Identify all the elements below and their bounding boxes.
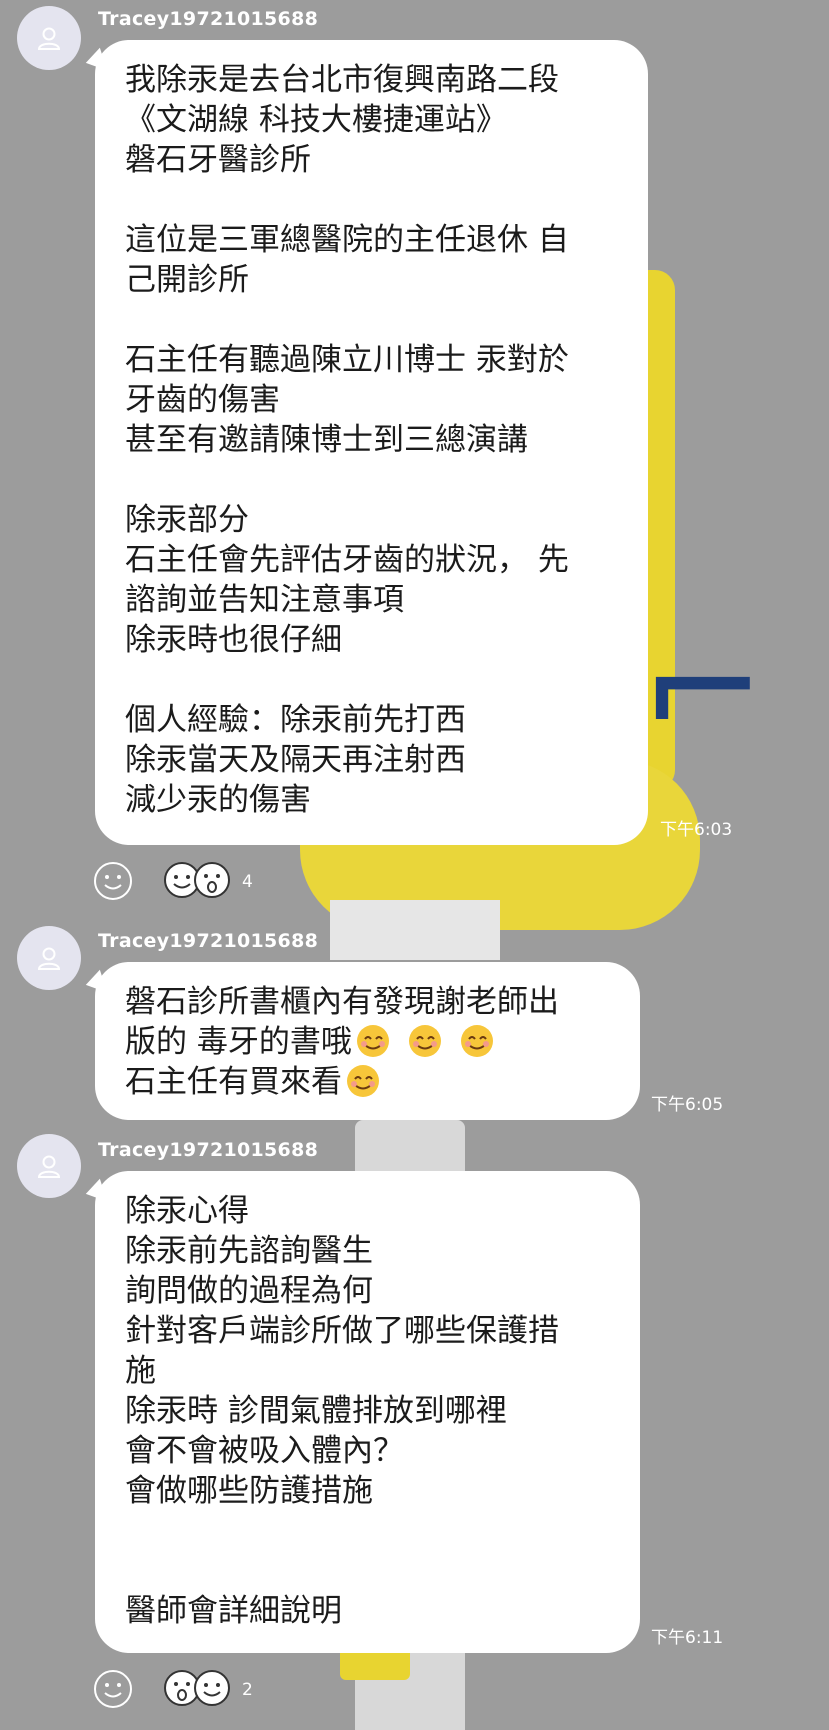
- message-line: 磐石牙醫診所: [125, 142, 311, 178]
- message-line: 除汞時也很仔細: [125, 622, 342, 658]
- message-line: 己開診所: [125, 262, 249, 298]
- message-line: [125, 180, 620, 220]
- reaction-count: 2: [242, 1680, 253, 1700]
- message-line: 醫師會詳細說明: [125, 1593, 342, 1629]
- message-line: 會不會被吸入體內？: [125, 1433, 404, 1469]
- smiling-face-emoji: [408, 1025, 441, 1057]
- message-line: 牙齒的傷害: [125, 382, 280, 418]
- message-line: 石主任有買來看: [125, 1064, 342, 1100]
- sender-name: Tracey19721015688: [98, 1139, 319, 1161]
- add-reaction-icon[interactable]: [92, 860, 134, 902]
- message-line: 諮詢並告知注意事項: [125, 582, 404, 618]
- smile-reaction-icon[interactable]: [192, 1668, 232, 1708]
- message-timestamp: 下午6:11: [651, 1628, 724, 1648]
- reaction-row: 4: [92, 860, 392, 904]
- smiling-face-emoji: [347, 1065, 379, 1097]
- message-line: 除汞心得: [125, 1193, 249, 1229]
- message-timestamp: 下午6:03: [660, 820, 733, 840]
- avatar[interactable]: [17, 6, 81, 70]
- surprised-reaction-icon[interactable]: [192, 860, 232, 900]
- message-line: 《文湖線 科技大樓捷運站》: [125, 102, 507, 138]
- message-line-with-emoji: 石主任有買來看: [125, 1062, 612, 1102]
- message-line: 石主任有聽過陳立川博士 汞對於: [125, 342, 569, 378]
- smiling-face-emoji: [460, 1025, 493, 1057]
- message-line: 除汞當天及隔天再注射西: [125, 742, 466, 778]
- sender-name: Tracey19721015688: [98, 8, 319, 30]
- message-line: 除汞前先諮詢醫生: [125, 1233, 373, 1269]
- user-icon: [37, 27, 61, 50]
- message-line: [125, 300, 620, 340]
- user-icon: [37, 1155, 61, 1178]
- message-line: 減少汞的傷害: [125, 782, 311, 818]
- message-line: 這位是三軍總醫院的主任退休 自: [125, 222, 569, 258]
- message-line-with-emoji: 版的 毒牙的書哦: [125, 1022, 612, 1062]
- reaction-count: 4: [242, 872, 253, 892]
- avatar[interactable]: [17, 926, 81, 990]
- message-line: [125, 1511, 612, 1551]
- message-line: 施: [125, 1353, 156, 1389]
- message-line: 磐石診所書櫃內有發現謝老師出: [125, 984, 559, 1020]
- user-icon: [37, 947, 61, 970]
- message-timestamp: 下午6:05: [651, 1095, 724, 1115]
- message-line: 版的 毒牙的書哦: [125, 1024, 352, 1060]
- message-bubble[interactable]: 除汞心得 除汞前先諮詢醫生 詢問做的過程為何 針對客戶端診所做了哪些保護措 施 …: [95, 1171, 640, 1653]
- sender-name: Tracey19721015688: [98, 930, 319, 952]
- message-line: 針對客戶端診所做了哪些保護措: [125, 1313, 559, 1349]
- message-line: 會做哪些防護措施: [125, 1473, 373, 1509]
- message-line: [125, 1551, 612, 1591]
- reaction-row: 2: [92, 1668, 392, 1712]
- message-line: [125, 660, 620, 700]
- message-line: [125, 460, 620, 500]
- smiling-face-emoji: [356, 1025, 389, 1057]
- message-line: 石主任會先評估牙齒的狀況， 先: [125, 542, 569, 578]
- message-bubble[interactable]: 我除汞是去台北市復興南路二段 《文湖線 科技大樓捷運站》 磐石牙醫診所 這位是三…: [95, 40, 648, 845]
- message-line: 詢問做的過程為何: [125, 1273, 373, 1309]
- message-line: 除汞部分: [125, 502, 249, 538]
- avatar[interactable]: [17, 1134, 81, 1198]
- message-line: 我除汞是去台北市復興南路二段: [125, 62, 559, 98]
- add-reaction-icon[interactable]: [92, 1668, 134, 1710]
- message-line: 除汞時 診間氣體排放到哪裡: [125, 1393, 507, 1429]
- message-line: 甚至有邀請陳博士到三總演講: [125, 422, 528, 458]
- svg-text:⌐: ⌐: [640, 602, 766, 776]
- message-bubble[interactable]: 磐石診所書櫃內有發現謝老師出 版的 毒牙的書哦 石主任有買來看: [95, 962, 640, 1120]
- message-line: 個人經驗：除汞前先打西: [125, 702, 466, 738]
